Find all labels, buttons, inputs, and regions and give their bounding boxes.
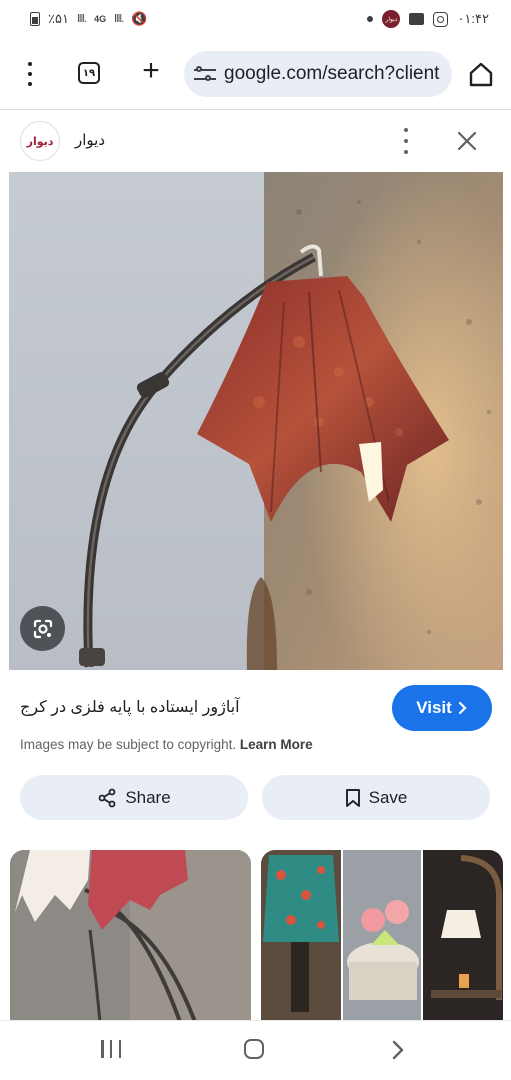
source-logo[interactable]: دیوار	[20, 121, 60, 161]
save-button[interactable]: Save	[262, 775, 490, 820]
source-logo-text: دیوار	[26, 135, 54, 148]
related-lamp-photo-1	[10, 850, 251, 1022]
more-options-icon[interactable]	[398, 128, 414, 154]
battery-level: ٪۵۱	[48, 11, 69, 26]
google-lens-button[interactable]	[20, 606, 65, 651]
signal-icon: ‖‖.	[76, 13, 87, 25]
share-icon	[98, 788, 116, 807]
copyright-text: Images may be subject to copyright.	[20, 737, 237, 752]
more-vert-icon[interactable]	[22, 62, 38, 86]
close-icon[interactable]	[455, 129, 479, 153]
site-settings-tune-icon[interactable]	[194, 65, 216, 83]
app-badge-text: دیوار	[385, 16, 398, 23]
new-tab-plus-icon[interactable]: +	[137, 56, 165, 88]
url-text[interactable]: google.com/search?client	[224, 63, 439, 85]
network-type: 4G	[94, 14, 107, 24]
lens-icon	[33, 619, 52, 638]
status-bar: ٪۵۱ ‖‖. 4G ‖‖. 🔇 دیوار ۰۱:۴۲	[0, 0, 511, 38]
address-bar[interactable]: google.com/search?client	[184, 51, 452, 97]
battery-icon	[30, 12, 40, 26]
related-image-1[interactable]	[10, 850, 251, 1022]
copyright-notice: Images may be subject to copyright. Lear…	[20, 737, 313, 752]
notification-dot-icon	[367, 16, 374, 22]
result-title[interactable]: آباژور ایستاده با پایه فلزی در کرج	[20, 697, 240, 717]
tab-switcher-button[interactable]: ۱۹	[78, 62, 100, 84]
visit-button[interactable]: Visit	[392, 685, 492, 731]
result-image[interactable]	[9, 172, 503, 670]
tab-count: ۱۹	[82, 67, 96, 79]
source-header: دیوار دیوار	[0, 112, 511, 170]
signal-icon-2: ‖‖.	[114, 13, 124, 25]
source-name[interactable]: دیوار	[75, 131, 105, 149]
mute-icon: 🔇	[131, 11, 148, 26]
share-label: Share	[125, 787, 171, 807]
toolbar-divider	[0, 109, 511, 110]
recent-apps-icon[interactable]	[101, 1040, 121, 1058]
system-nav-bar	[0, 1020, 511, 1080]
status-right: دیوار ۰۱:۴۲	[367, 10, 489, 28]
back-nav-icon[interactable]	[386, 1038, 410, 1062]
related-image-2[interactable]	[261, 850, 503, 1022]
related-lamp-photo-2	[261, 850, 503, 1022]
bookmark-icon	[345, 788, 360, 807]
home-nav-icon[interactable]	[244, 1039, 264, 1059]
instagram-icon	[433, 11, 449, 27]
share-button[interactable]: Share	[20, 775, 248, 820]
status-left: ٪۵۱ ‖‖. 4G ‖‖. 🔇	[30, 11, 147, 27]
learn-more-link[interactable]: Learn More	[240, 737, 313, 752]
chevron-right-icon	[458, 701, 467, 715]
clock: ۰۱:۴۲	[457, 11, 489, 26]
app-notification-icon: دیوار	[382, 10, 401, 28]
home-icon[interactable]	[467, 60, 495, 88]
visit-label: Visit	[416, 698, 452, 717]
lamp-photo	[9, 172, 503, 670]
save-label: Save	[368, 787, 408, 807]
browser-toolbar: ۱۹ + google.com/search?client	[0, 44, 511, 104]
message-icon	[409, 13, 425, 25]
